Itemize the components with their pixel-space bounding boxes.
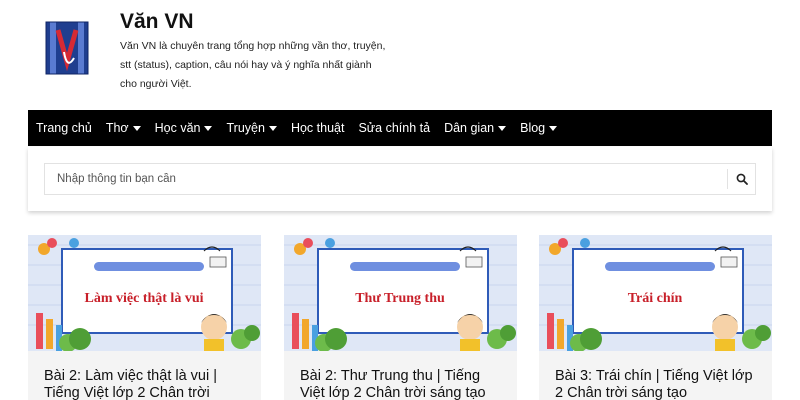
nav-item-literature[interactable]: Học văn xyxy=(155,121,213,135)
nav-item-poems[interactable]: Thơ xyxy=(106,121,141,135)
nav-item-stories[interactable]: Truyện xyxy=(226,121,277,135)
post-thumbnail[interactable]: Thư Trung thu xyxy=(284,235,517,351)
nav-item-spelling[interactable]: Sửa chính tả xyxy=(358,121,430,135)
thumbnail-title: Trái chín xyxy=(628,291,683,306)
search-button[interactable] xyxy=(727,169,755,189)
nav-item-academic[interactable]: Học thuật xyxy=(291,121,345,135)
post-card[interactable]: Thư Trung thu Bài 2: Thư Trung thu | Tiế… xyxy=(284,235,517,400)
thumbnail-illustration: Thư Trung thu xyxy=(284,235,517,351)
post-card[interactable]: Làm việc thật là vui Bài 2: Làm việc thậ… xyxy=(28,235,261,400)
thumbnail-illustration: Làm việc thật là vui xyxy=(28,235,261,351)
nav-item-label: Truyện xyxy=(226,121,265,135)
search-field xyxy=(44,163,756,195)
site-header: Văn VN Văn VN là chuyên trang tổng hợp n… xyxy=(0,0,800,110)
thumbnail-illustration: Trái chín xyxy=(539,235,772,351)
caret-down-icon xyxy=(549,126,558,131)
nav-item-label: Dân gian xyxy=(444,121,495,135)
post-title[interactable]: Bài 2: Làm việc thật là vui | Tiếng Việt… xyxy=(44,368,249,400)
caret-down-icon xyxy=(498,126,507,131)
site-title[interactable]: Văn VN xyxy=(120,10,194,34)
site-logo[interactable] xyxy=(44,18,90,78)
nav-item-label: Học văn xyxy=(154,121,201,135)
post-thumbnail[interactable]: Làm việc thật là vui xyxy=(28,235,261,351)
thumbnail-title: Làm việc thật là vui xyxy=(85,291,204,306)
main-nav: Trang chủ Thơ Học văn Truyện Học thuật S… xyxy=(28,110,772,146)
nav-item-home[interactable]: Trang chủ xyxy=(36,121,92,135)
search-input[interactable] xyxy=(45,164,727,194)
nav-item-blog[interactable]: Blog xyxy=(520,121,558,135)
post-card[interactable]: Trái chín Bài 3: Trái chín | Tiếng Việt … xyxy=(539,235,772,400)
nav-item-label: Thơ xyxy=(105,121,129,135)
nav-item-label: Blog xyxy=(520,121,546,135)
caret-down-icon xyxy=(268,126,277,131)
search-icon xyxy=(736,173,748,185)
nav-item-label: Học thuật xyxy=(290,121,345,135)
nav-item-label: Sửa chính tả xyxy=(358,121,431,135)
post-title[interactable]: Bài 3: Trái chín | Tiếng Việt lớp 2 Chân… xyxy=(555,368,760,400)
site-description: Văn VN là chuyên trang tổng hợp những vầ… xyxy=(120,40,386,90)
search-panel xyxy=(28,147,772,211)
post-title[interactable]: Bài 2: Thư Trung thu | Tiếng Việt lớp 2 … xyxy=(300,368,505,400)
caret-down-icon xyxy=(132,126,141,131)
nav-item-label: Trang chủ xyxy=(36,121,92,135)
thumbnail-title: Thư Trung thu xyxy=(355,291,445,306)
nav-item-folk[interactable]: Dân gian xyxy=(444,121,507,135)
post-thumbnail[interactable]: Trái chín xyxy=(539,235,772,351)
caret-down-icon xyxy=(204,126,213,131)
